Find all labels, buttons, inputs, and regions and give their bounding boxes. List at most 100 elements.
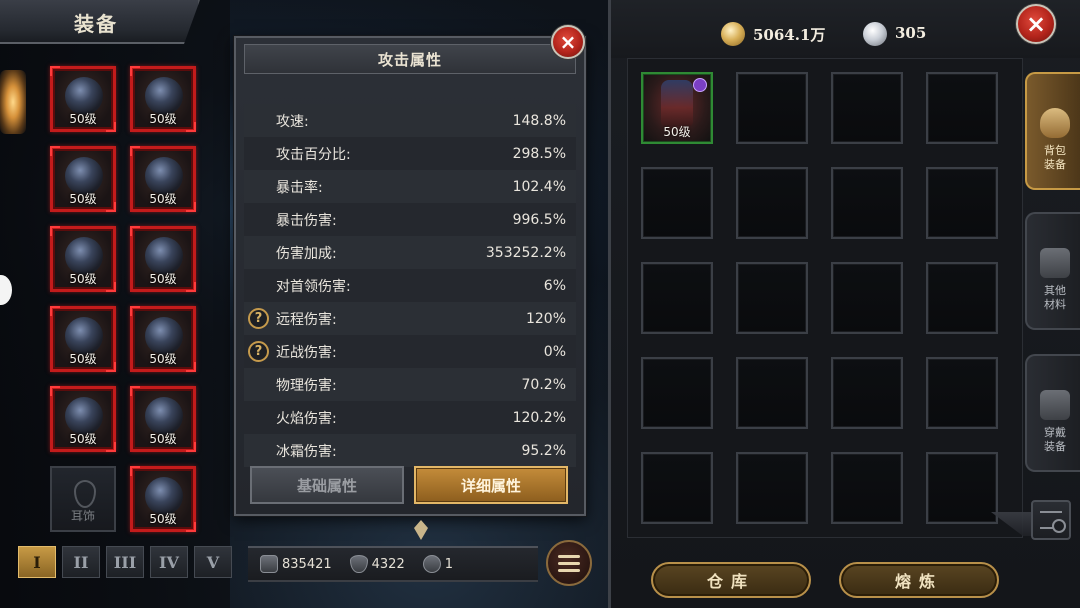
side-tab-label: 其他材料 [1044, 284, 1066, 311]
inventory-item[interactable]: 50级 [641, 72, 713, 144]
equip-slot[interactable]: 50级 [50, 66, 116, 132]
equip-slot[interactable]: 50级 [50, 386, 116, 452]
equip-level: 50级 [149, 192, 177, 206]
page-tab-2[interactable]: II [62, 546, 100, 578]
filter-search-button[interactable] [1031, 500, 1071, 540]
equip-level: 50级 [69, 192, 97, 206]
inventory-close-button[interactable]: × [1016, 4, 1056, 44]
inventory-cell[interactable] [831, 262, 903, 334]
inventory-cell[interactable] [831, 452, 903, 524]
menu-button[interactable] [546, 540, 592, 586]
equip-slot[interactable]: 50级 [50, 226, 116, 292]
inventory-cell[interactable] [831, 72, 903, 144]
equip-slot[interactable]: 50级 [130, 146, 196, 212]
inventory-cell[interactable] [641, 262, 713, 334]
inventory-cell[interactable] [926, 167, 998, 239]
inventory-cell[interactable] [641, 167, 713, 239]
page-tab-5[interactable]: V [194, 546, 232, 578]
attack-stats-popup: 攻击属性 攻速: 148.8% 攻击百分比: 298.5% 暴击率: 102.4% 暴… [234, 36, 586, 516]
stat-value: 298.5% [512, 145, 566, 162]
earring-icon [74, 480, 96, 508]
search-list-icon [1040, 511, 1066, 533]
stat-name: 近战伤害: [276, 344, 337, 361]
tab-detailed-attributes[interactable]: 详细属性 [414, 466, 568, 504]
stat-row: 火焰伤害: 120.2% [244, 401, 576, 434]
stat-value: 0% [543, 343, 566, 360]
loadout-page-tabs: I II III IV V [18, 546, 232, 578]
equip-slot-label: 耳饰 [70, 509, 95, 523]
equip-slot[interactable]: 50级 [130, 386, 196, 452]
equipment-title: 装备 [74, 12, 118, 36]
stat-value: 120% [525, 310, 566, 327]
inventory-cell[interactable] [641, 452, 713, 524]
gold-coin-icon [721, 22, 745, 46]
menu-line [558, 561, 580, 565]
quality-badge-icon [693, 78, 707, 92]
stat-name: 对首领伤害: [276, 278, 351, 295]
inventory-cell[interactable] [641, 357, 713, 429]
inventory-cell[interactable] [736, 357, 808, 429]
equip-slot[interactable]: 50级 [50, 306, 116, 372]
equip-level: 50级 [69, 432, 97, 446]
side-tab-label: 穿戴装备 [1044, 426, 1066, 453]
page-tab-1[interactable]: I [18, 546, 56, 578]
armor-icon [1040, 390, 1070, 420]
player-stats-bar: 835421 4322 1 [248, 546, 538, 582]
tab-bag-equipment[interactable]: 背包装备 [1025, 72, 1080, 190]
equip-level: 50级 [149, 512, 177, 526]
inventory-cell[interactable] [736, 167, 808, 239]
inventory-cell[interactable] [736, 452, 808, 524]
equip-slot[interactable]: 50级 [130, 226, 196, 292]
help-icon[interactable]: ? [248, 341, 269, 362]
stat-value: 353252.2% [485, 244, 566, 261]
popup-title: 攻击属性 [377, 50, 442, 69]
stat-row: 对首领伤害: 6% [244, 269, 576, 302]
inventory-cell[interactable] [926, 452, 998, 524]
heart-icon [422, 555, 441, 573]
stat-list: 攻速: 148.8% 攻击百分比: 298.5% 暴击率: 102.4% 暴击伤害: 9… [244, 104, 576, 467]
stat-row: ? 近战伤害: 0% [244, 335, 576, 368]
inventory-cell[interactable] [831, 167, 903, 239]
inventory-cell[interactable] [926, 357, 998, 429]
smelt-button[interactable]: 熔炼 [839, 562, 999, 598]
stat-name: 火焰伤害: [276, 410, 337, 427]
side-tab-label: 背包装备 [1044, 144, 1066, 171]
equip-slot[interactable]: 50级 [130, 466, 196, 532]
armor-item-icon [661, 80, 693, 126]
warehouse-button[interactable]: 仓库 [651, 562, 811, 598]
stat-value: 95.2% [521, 442, 566, 459]
inventory-cell[interactable] [831, 357, 903, 429]
tab-other-materials[interactable]: 其他材料 [1025, 212, 1080, 330]
inventory-cell[interactable] [926, 72, 998, 144]
equip-slot-earring[interactable]: 耳饰 [50, 466, 116, 532]
equipment-panel: 装备 50级 50级 50级 50级 50级 50级 50级 50级 50级 5… [0, 0, 232, 608]
help-icon[interactable]: ? [248, 308, 269, 329]
diamond-amount: 305 [895, 24, 927, 42]
inventory-panel: 5064.1万 305 50级 背包装备 其他材料 穿戴装备 仓库 熔炼 [608, 0, 1080, 608]
tab-worn-equipment[interactable]: 穿戴装备 [1025, 354, 1080, 472]
list-menu-icon [558, 554, 580, 558]
page-tab-3[interactable]: III [106, 546, 144, 578]
equip-slot[interactable]: 50级 [50, 146, 116, 212]
popup-close-button[interactable]: × [551, 25, 585, 59]
stat-row: 暴击伤害: 996.5% [244, 203, 576, 236]
stat-name: 攻速: [276, 113, 309, 130]
inventory-cell[interactable] [736, 72, 808, 144]
tab-basic-attributes[interactable]: 基础属性 [250, 466, 404, 504]
inventory-cell[interactable] [736, 262, 808, 334]
chest-icon [1040, 248, 1070, 278]
stat-value: 996.5% [512, 211, 566, 228]
page-tab-4[interactable]: IV [150, 546, 188, 578]
defense-stat: 4322 [349, 555, 405, 573]
stat-name: 远程伤害: [276, 311, 337, 328]
equip-slot[interactable]: 50级 [130, 306, 196, 372]
inventory-cell[interactable] [926, 262, 998, 334]
stat-row: 攻击百分比: 298.5% [244, 137, 576, 170]
stat-value: 70.2% [521, 376, 566, 393]
hp-stat: 1 [422, 555, 454, 573]
equip-slot[interactable]: 50级 [130, 66, 196, 132]
hp-value: 1 [444, 556, 454, 572]
stat-name: 物理伤害: [276, 377, 337, 394]
stat-name: 伤害加成: [276, 245, 337, 262]
equip-level: 50级 [69, 112, 97, 126]
